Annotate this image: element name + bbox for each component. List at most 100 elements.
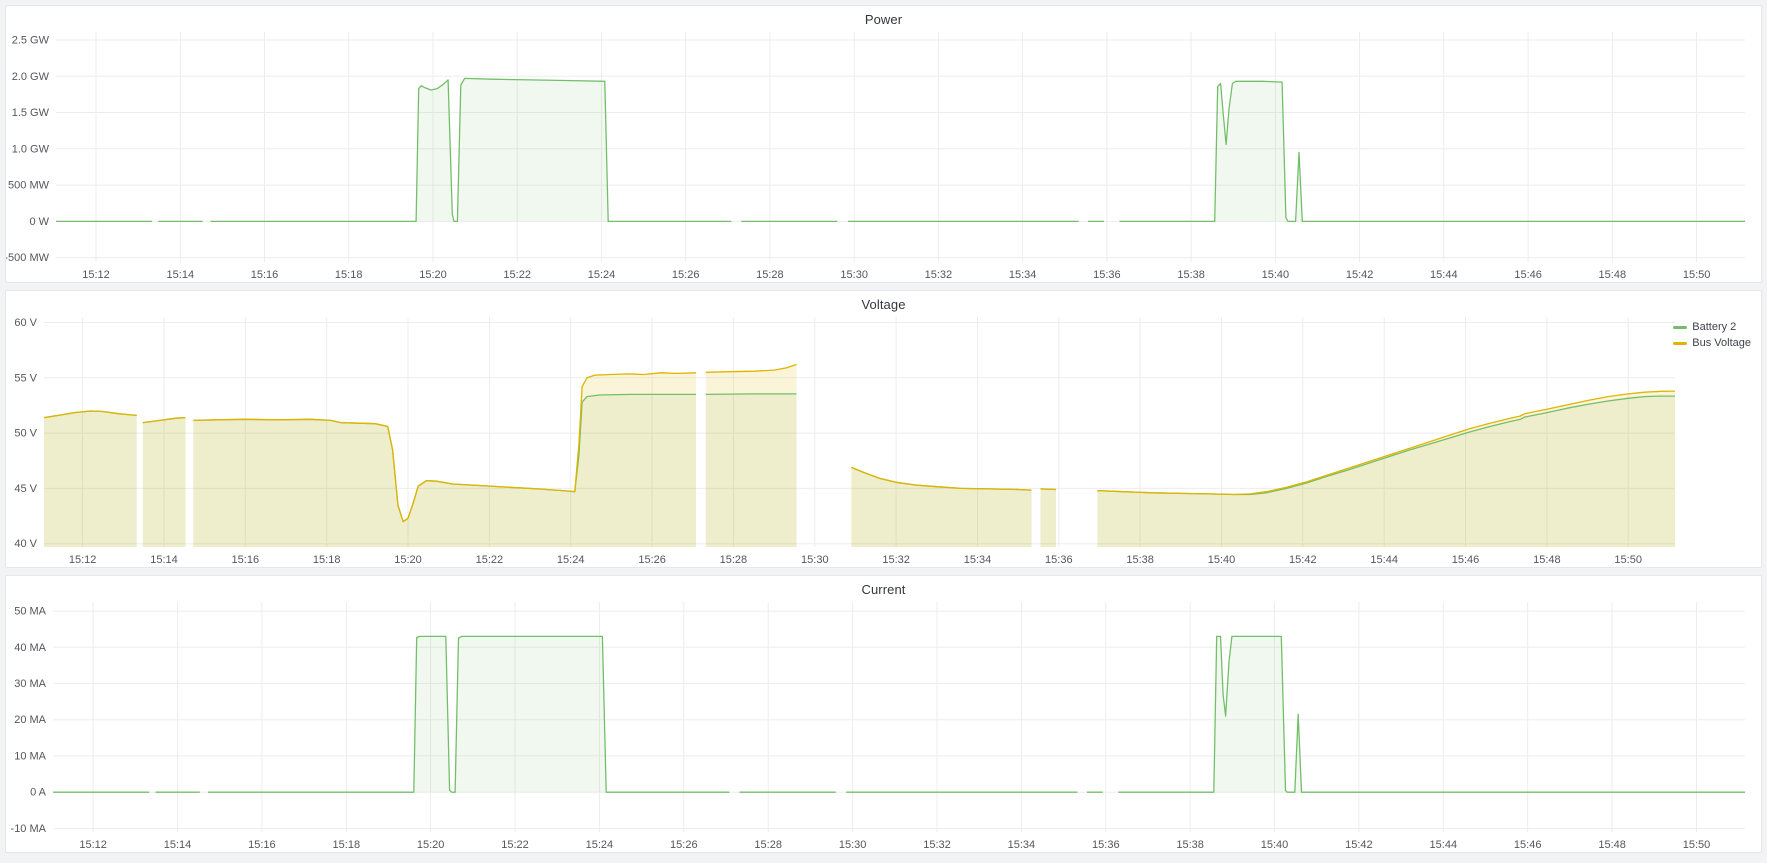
panel-power: Power 2.5 GW2.0 GW1.5 GW1.0 GW500 MW0 W-… [5,5,1762,283]
x-tick-label: 15:38 [1177,269,1205,280]
x-tick-label: 15:30 [840,269,868,280]
series-areas [44,365,1675,548]
x-tick-label: 15:20 [419,269,447,280]
y-tick-label: -500 MW [6,252,50,264]
y-tick-label: 20 MA [14,714,46,726]
x-tick-label: 15:48 [1598,839,1626,850]
x-tick-label: 15:22 [501,839,529,850]
x-tick-label: 15:26 [672,269,700,280]
panel-title-current[interactable]: Current [6,582,1761,597]
x-tick-label: 15:20 [417,839,445,850]
series-lines [56,78,1745,221]
x-tick-label: 15:12 [79,839,107,850]
x-tick-label: 15:16 [251,269,279,280]
gridlines [53,602,1745,832]
series-areas [56,78,1745,221]
x-tick-label: 15:46 [1514,839,1542,850]
x-tick-label: 15:22 [476,554,504,565]
voltage-chart[interactable]: 60 V55 V50 V45 V40 V15:1215:1415:1615:18… [6,311,1761,565]
x-tick-label: 15:50 [1683,269,1711,280]
x-axis-labels: 15:1215:1415:1615:1815:2015:2215:2415:26… [82,269,1710,280]
x-tick-label: 15:32 [925,269,953,280]
x-tick-label: 15:28 [720,554,748,565]
panel-voltage: Voltage 60 V55 V50 V45 V40 V15:1215:1415… [5,290,1762,568]
x-tick-label: 15:38 [1126,554,1154,565]
x-tick-label: 15:40 [1261,839,1289,850]
y-tick-label: 50 V [14,428,37,440]
panel-current: Current 50 MA 40 MA 30 MA 20 MA 10 MA 0 A -10 … [5,575,1762,853]
x-tick-label: 15:28 [756,269,784,280]
bus-voltage-series-swatch [1673,342,1687,345]
y-tick-label: 2.5 GW [12,35,50,47]
power-chart[interactable]: 2.5 GW2.0 GW1.5 GW1.0 GW500 MW0 W-500 MW… [6,26,1761,280]
y-tick-label: -10 MA [11,823,47,835]
x-tick-label: 15:24 [586,839,614,850]
x-tick-label: 15:44 [1430,839,1458,850]
panel-title-power[interactable]: Power [6,12,1761,27]
x-axis-labels: 15:12 15:14 15:16 15:18 15:20 15:22 15:24 15:26… [79,839,1710,850]
x-tick-label: 15:40 [1262,269,1290,280]
x-axis-labels: 15:12 15:14 15:16 15:18 15:20 15:22 15:24 15:26… [69,554,1642,565]
y-tick-label: 45 V [14,483,37,495]
x-tick-label: 15:30 [801,554,829,565]
y-tick-label: 40 MA [14,642,46,654]
x-tick-label: 15:26 [670,839,698,850]
y-tick-label: 0 A [30,787,47,799]
y-tick-label: 10 MA [14,750,46,762]
x-tick-label: 15:46 [1452,554,1480,565]
legend-label-bus-voltage[interactable]: Bus Voltage [1692,337,1751,349]
x-tick-label: 15:50 [1683,839,1711,850]
x-tick-label: 15:24 [588,269,616,280]
x-tick-label: 15:36 [1093,269,1121,280]
x-tick-label: 15:36 [1045,554,1073,565]
y-tick-label: 2.0 GW [12,71,50,83]
x-tick-label: 15:30 [839,839,867,850]
y-axis-labels: 60 V55 V50 V45 V40 V [14,317,37,550]
y-axis-labels: 2.5 GW2.0 GW1.5 GW1.0 GW500 MW0 W-500 MW [6,35,50,265]
x-tick-label: 15:18 [335,269,363,280]
x-tick-label: 15:50 [1614,554,1642,565]
y-tick-label: 1.5 GW [12,107,50,119]
x-tick-label: 15:28 [754,839,782,850]
y-tick-label: 60 V [14,317,37,329]
x-tick-label: 15:38 [1176,839,1204,850]
dashboard: Power 2.5 GW2.0 GW1.5 GW1.0 GW500 MW0 W-… [0,0,1767,863]
x-tick-label: 15:14 [150,554,178,565]
legend-label-battery2[interactable]: Battery 2 [1692,321,1736,333]
y-tick-label: 40 V [14,538,37,550]
y-tick-label: 50 MA [14,606,46,618]
legend-item-battery2[interactable]: Battery 2 [1673,321,1751,333]
x-tick-label: 15:18 [313,554,341,565]
x-tick-label: 15:12 [69,554,97,565]
x-tick-label: 15:44 [1370,554,1398,565]
x-tick-label: 15:26 [638,554,666,565]
x-tick-label: 15:42 [1345,839,1373,850]
x-tick-label: 15:32 [923,839,951,850]
x-tick-label: 15:44 [1430,269,1458,280]
legend: Battery 2 Bus Voltage [1673,321,1751,349]
legend-item-bus-voltage[interactable]: Bus Voltage [1673,337,1751,349]
x-tick-label: 15:16 [248,839,276,850]
x-tick-label: 15:36 [1092,839,1120,850]
x-tick-label: 15:34 [1009,269,1037,280]
y-tick-label: 30 MA [14,678,46,690]
x-tick-label: 15:48 [1599,269,1627,280]
series-areas [53,636,1745,792]
x-tick-label: 15:42 [1346,269,1374,280]
y-tick-label: 500 MW [8,180,50,192]
current-chart[interactable]: 50 MA40 MA30 MA20 MA10 MA0 A-10 MA15:121… [6,596,1761,850]
x-tick-label: 15:20 [394,554,422,565]
x-tick-label: 15:46 [1514,269,1542,280]
x-tick-label: 15:14 [164,839,192,850]
x-tick-label: 15:12 [82,269,110,280]
gridlines [56,32,1745,262]
x-tick-label: 15:16 [232,554,260,565]
x-tick-label: 15:48 [1533,554,1561,565]
x-tick-label: 15:24 [557,554,585,565]
panel-title-voltage[interactable]: Voltage [6,297,1761,312]
x-tick-label: 15:18 [333,839,361,850]
battery2-series-swatch [1673,326,1687,329]
x-tick-label: 15:42 [1289,554,1317,565]
x-tick-label: 15:34 [964,554,992,565]
series-lines [53,636,1745,792]
